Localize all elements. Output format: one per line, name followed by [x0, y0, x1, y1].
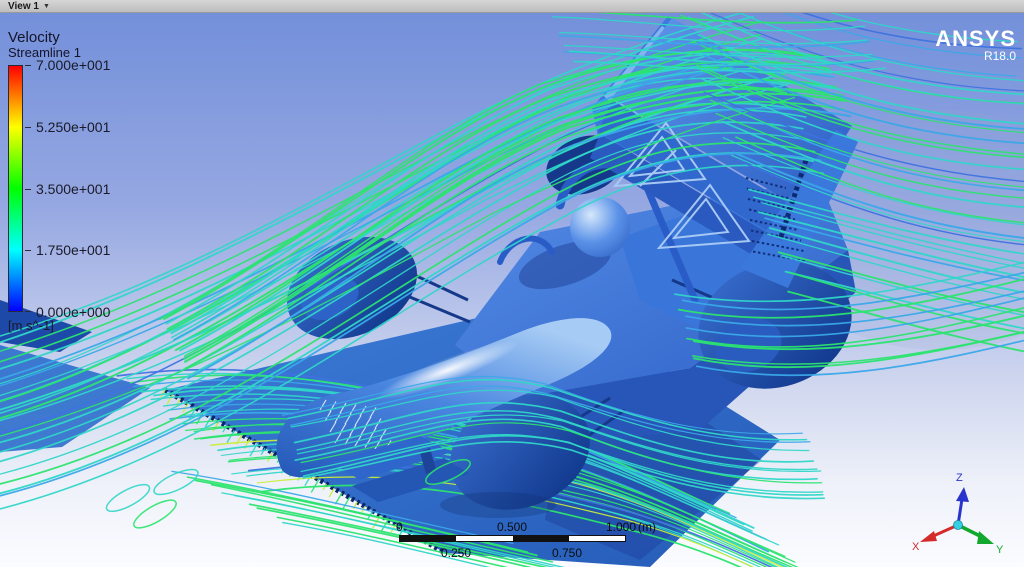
legend-tickmark: [25, 311, 31, 312]
legend-tick-label: 0.000e+000: [36, 304, 110, 320]
triad-y-label: Y: [996, 544, 1004, 556]
ansys-logo: ANSYS R18.0: [935, 28, 1016, 63]
legend-tickmark: [25, 127, 31, 128]
triad-y-arrowhead: [977, 531, 994, 544]
view-tab-label: View 1: [8, 0, 39, 13]
legend-tick-label: 5.250e+001: [36, 119, 110, 135]
triad-x-label: X: [912, 541, 920, 553]
ruler-segment: [513, 536, 569, 541]
triad-z-label: Z: [956, 472, 963, 484]
ruler-label-0250: 0.250: [441, 546, 471, 560]
legend-colorbar: [8, 65, 23, 312]
ansys-version: R18.0: [935, 50, 1016, 63]
ruler-label-1000: 1.000: [606, 520, 636, 534]
legend-tick-label: 7.000e+001: [36, 57, 110, 73]
legend-tick-label: 3.500e+001: [36, 181, 110, 197]
legend-title: Velocity: [8, 30, 178, 46]
ruler-label-0: 0: [396, 520, 403, 534]
velocity-legend: Velocity Streamline 1 7.000e+001 5.250e+…: [8, 30, 178, 333]
triad-origin-ball: [954, 521, 963, 530]
triad-x-arrowhead: [920, 531, 937, 542]
ruler-segment: [569, 536, 625, 541]
view-tab-bar: View 1 ▼: [0, 0, 1024, 13]
viewport-3d[interactable]: Velocity Streamline 1 7.000e+001 5.250e+…: [0, 13, 1024, 567]
orientation-triad[interactable]: Z X Y: [896, 467, 1008, 563]
ruler-label-0750: 0.750: [552, 546, 582, 560]
ansys-logo-text: ANSYS: [935, 28, 1016, 50]
ruler-bar: [399, 535, 626, 542]
legend-tickmark: [25, 250, 31, 251]
ruler-segment: [400, 536, 456, 541]
ruler-segment: [456, 536, 512, 541]
view-dropdown-arrow-icon[interactable]: ▼: [43, 0, 50, 13]
ruler-unit: (m): [638, 520, 656, 534]
legend-tickmark: [25, 65, 31, 66]
legend-tickmark: [25, 189, 31, 190]
triad-z-arrowhead: [956, 487, 969, 502]
ansys-cfd-window: View 1 ▼: [0, 0, 1024, 567]
scale-ruler: 0 0.500 1.000 (m) 0.250 0.750: [395, 520, 655, 562]
ruler-label-0500: 0.500: [497, 520, 527, 534]
legend-tick-label: 1.750e+001: [36, 242, 110, 258]
legend-units: [m s^-1]: [8, 318, 178, 333]
view-tab[interactable]: View 1 ▼: [0, 0, 58, 13]
legend-colorbar-wrap: 7.000e+001 5.250e+001 3.500e+001 1.750e+…: [8, 65, 178, 312]
